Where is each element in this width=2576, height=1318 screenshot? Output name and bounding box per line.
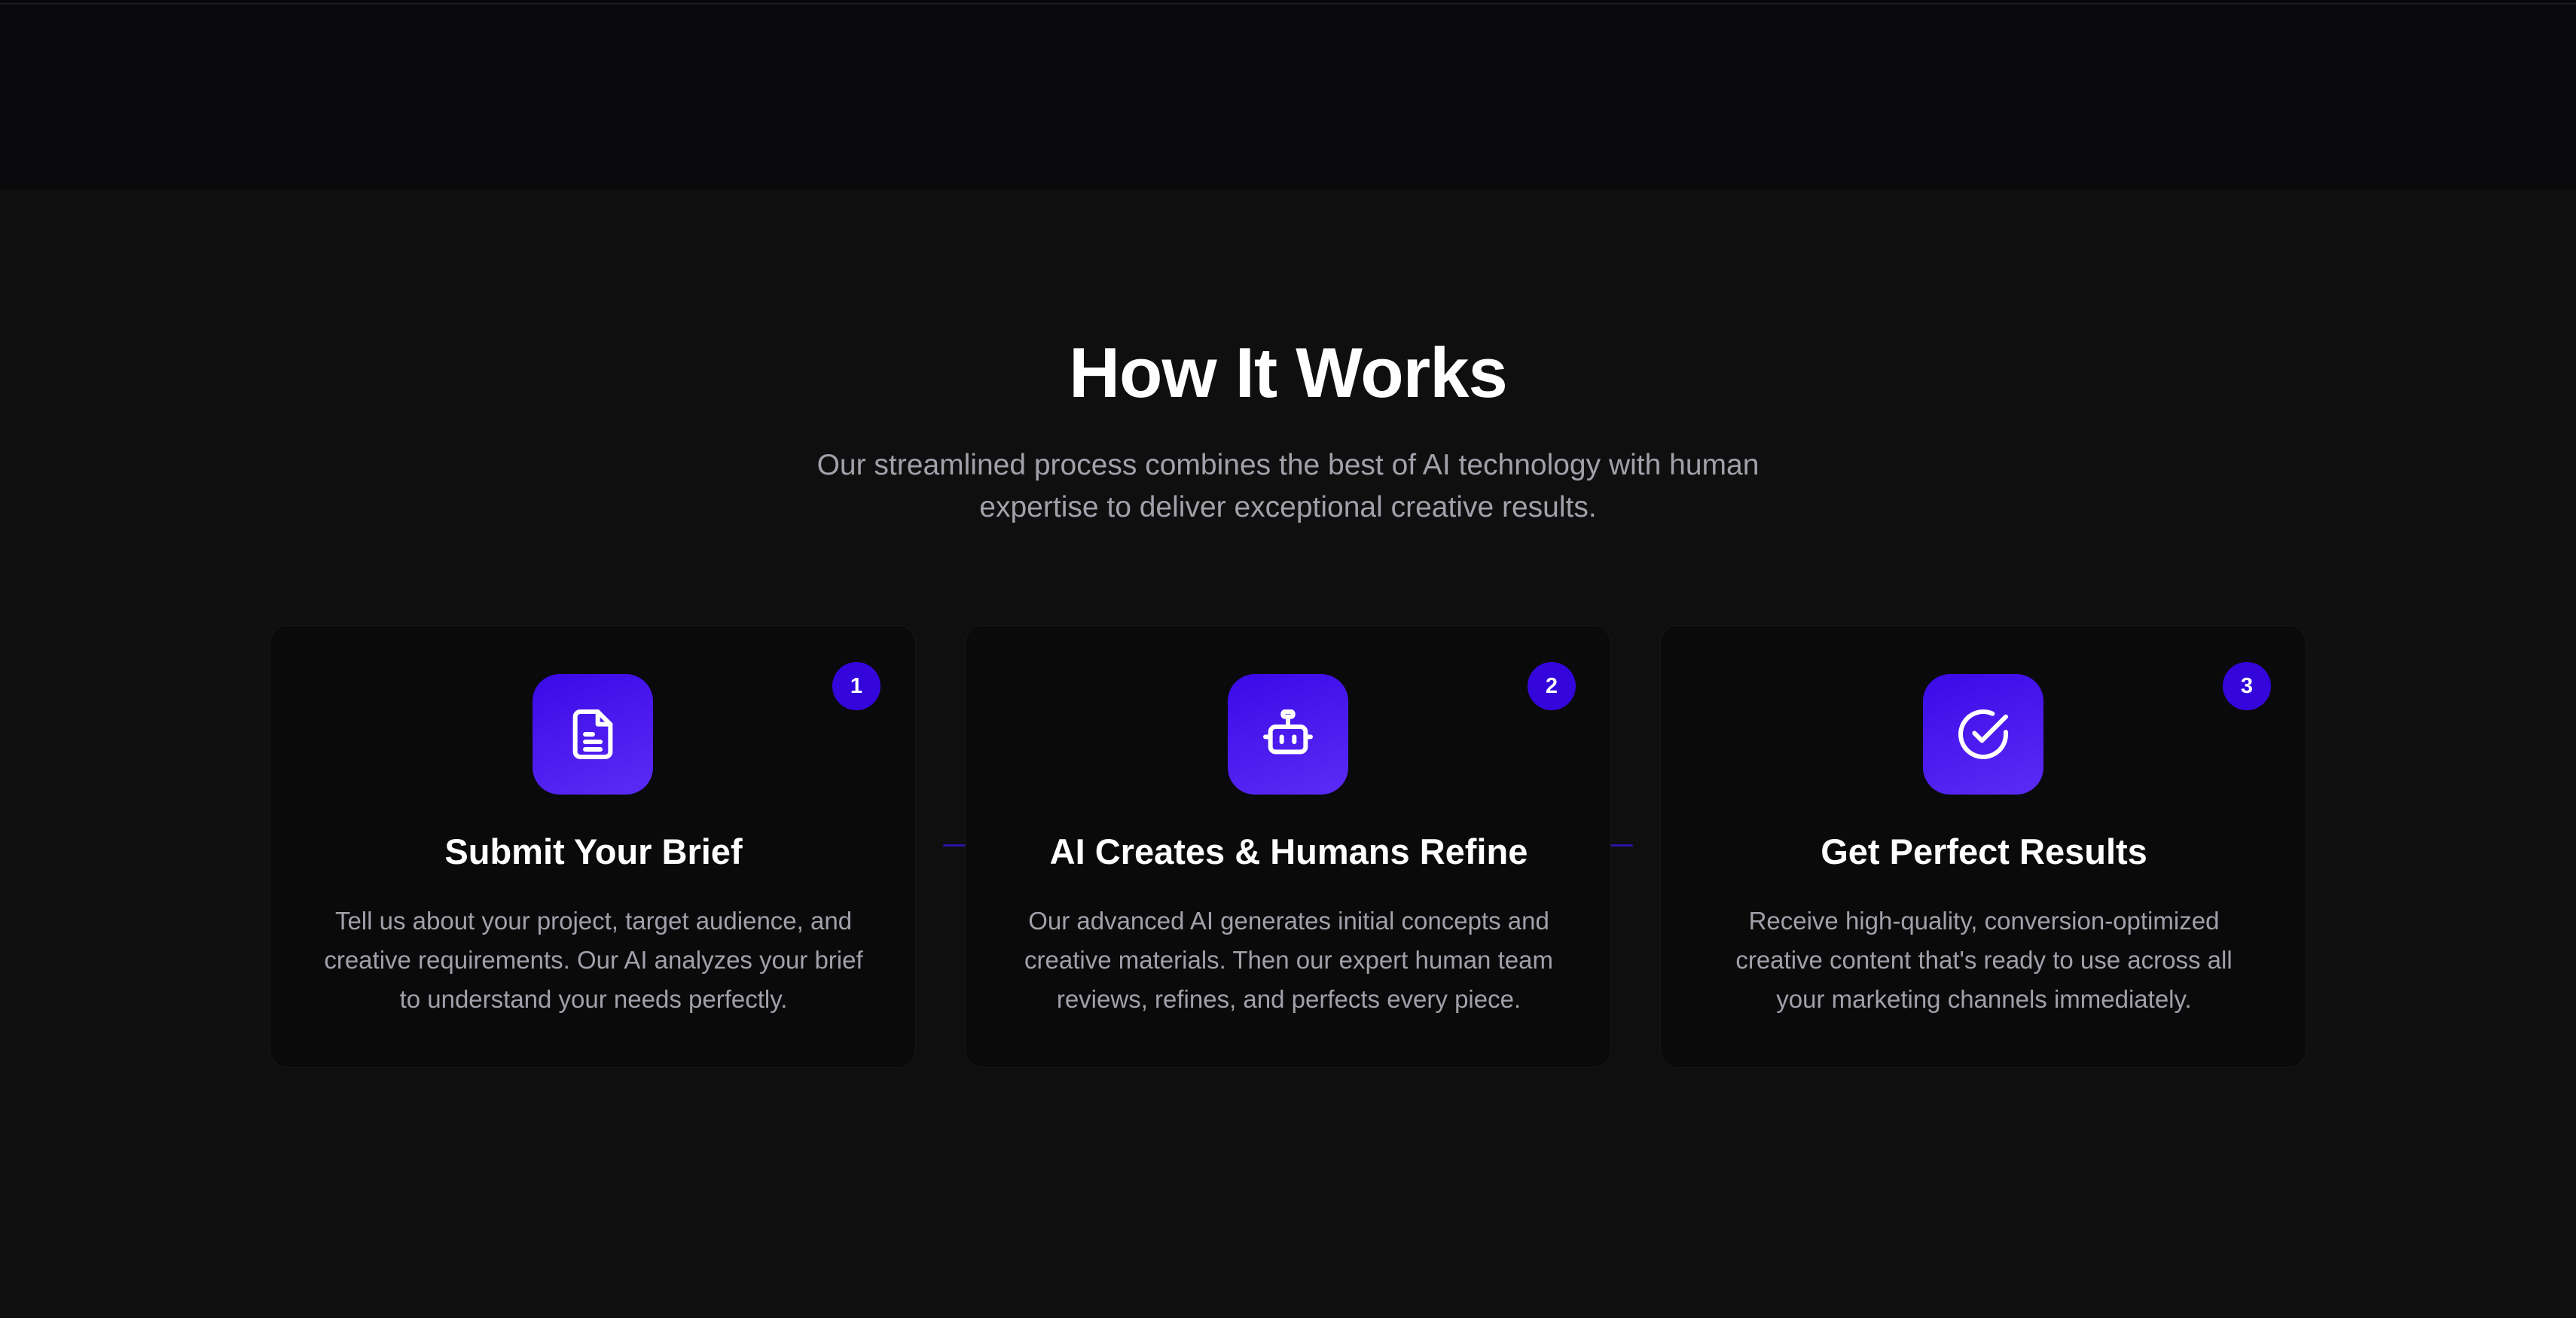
check-circle-icon	[1958, 709, 2008, 759]
step-icon-tile	[533, 674, 653, 795]
step-number-badge: 2	[1528, 662, 1576, 710]
step-number-badge: 3	[2223, 662, 2271, 710]
section-title: How It Works	[1069, 333, 1508, 412]
step-number-badge: 1	[832, 662, 881, 710]
step-description: Tell us about your project, target audie…	[324, 907, 863, 1013]
robot-icon	[1263, 709, 1313, 755]
step-title: Submit Your Brief	[444, 831, 743, 871]
step-card-submit-brief: 1 Submit Your Brief Tell us about your p…	[270, 625, 916, 1068]
top-divider	[0, 3, 2576, 5]
step-connector-2-3	[1610, 844, 1633, 847]
step-icon-tile	[1923, 674, 2043, 795]
step-description: Our advanced AI generates initial concep…	[1024, 907, 1553, 1013]
top-navigation-band	[0, 0, 2576, 190]
section-subtitle: Our streamlined process combines the bes…	[816, 449, 1760, 523]
step-icon-tile	[1228, 674, 1348, 795]
step-card-get-results: 3 Get Perfect Results Receive high-quali…	[1660, 625, 2306, 1068]
step-description: Receive high-quality, conversion-optimiz…	[1735, 907, 2233, 1013]
step-card-ai-creates: 2 AI Creates & Humans Refine Our advance…	[965, 625, 1611, 1068]
step-title: Get Perfect Results	[1821, 831, 2147, 871]
step-connector-1-2	[943, 844, 966, 847]
document-icon	[572, 709, 613, 759]
step-title: AI Creates & Humans Refine	[1049, 831, 1528, 871]
